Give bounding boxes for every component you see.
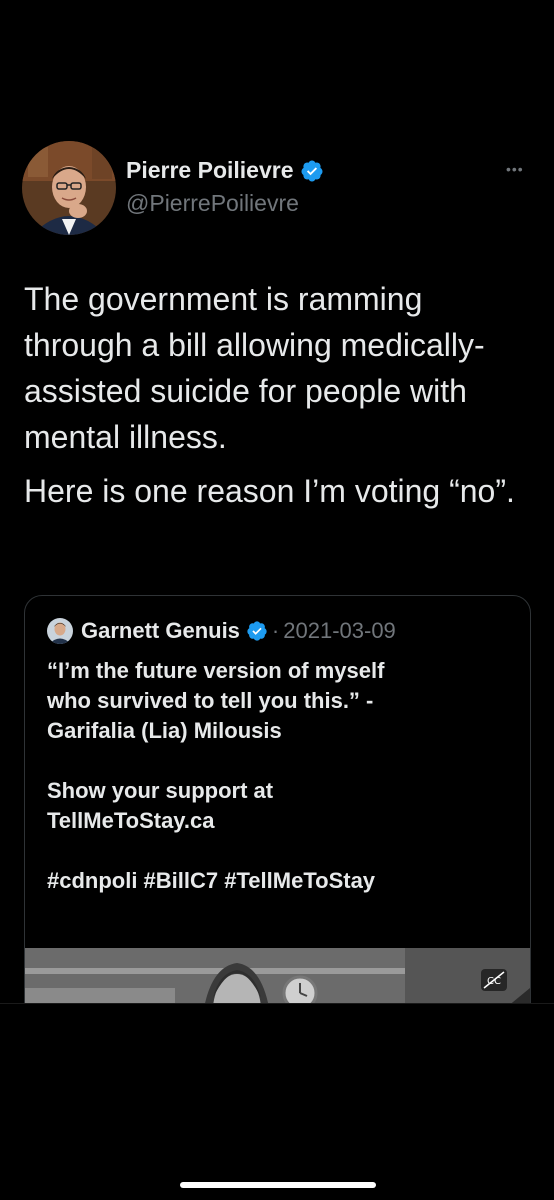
quoted-tweet-date[interactable]: 2021-03-09: [283, 618, 396, 644]
quoted-tweet-header: Garnett Genuis · 2021-03-09: [47, 618, 396, 644]
quoted-hashtags[interactable]: #cdnpoli #BillC7 #TellMeToStay: [47, 866, 507, 896]
quoted-tweet-text: “I’m the future version of myself who su…: [47, 656, 507, 896]
quoted-media[interactable]: CC: [25, 948, 530, 1003]
svg-text:CC: CC: [487, 976, 501, 987]
quoted-text-line: Garifalia (Lia) Milousis: [47, 718, 282, 743]
verified-badge-icon: [247, 621, 267, 641]
quoted-tweet[interactable]: Garnett Genuis · 2021-03-09 “I’m the fut…: [24, 595, 531, 1003]
author-name[interactable]: Pierre Poilievre: [126, 157, 294, 184]
tweet-paragraph: The government is ramming through a bill…: [24, 281, 485, 455]
author-avatar[interactable]: [22, 141, 116, 235]
author-handle[interactable]: @PierrePoilievre: [126, 190, 299, 217]
separator-dot: ·: [271, 618, 280, 643]
quoted-text-line: “I’m the future version of myself: [47, 658, 385, 683]
tweet-text: The government is ramming through a bill…: [24, 276, 534, 514]
quoted-text-line: who survived to tell you this.” -: [47, 688, 374, 713]
closed-captions-icon[interactable]: CC: [480, 968, 508, 992]
bottom-bar: [0, 1003, 554, 1200]
more-horizontal-icon[interactable]: •••: [506, 162, 530, 176]
quoted-text-link[interactable]: TellMeToStay.ca: [47, 806, 507, 836]
tweet-paragraph: Here is one reason I’m voting “no”.: [24, 473, 515, 509]
tweet: Pierre Poilievre @PierrePoilievre ••• Th…: [0, 0, 554, 1003]
author-name-row[interactable]: Pierre Poilievre: [126, 157, 324, 184]
quoted-author-avatar[interactable]: [47, 618, 73, 644]
quoted-author-name[interactable]: Garnett Genuis: [81, 618, 240, 644]
verified-badge-icon: [300, 160, 322, 181]
home-indicator[interactable]: [180, 1182, 376, 1188]
quoted-text-line: Show your support at: [47, 778, 274, 803]
divider: [0, 1003, 554, 1004]
